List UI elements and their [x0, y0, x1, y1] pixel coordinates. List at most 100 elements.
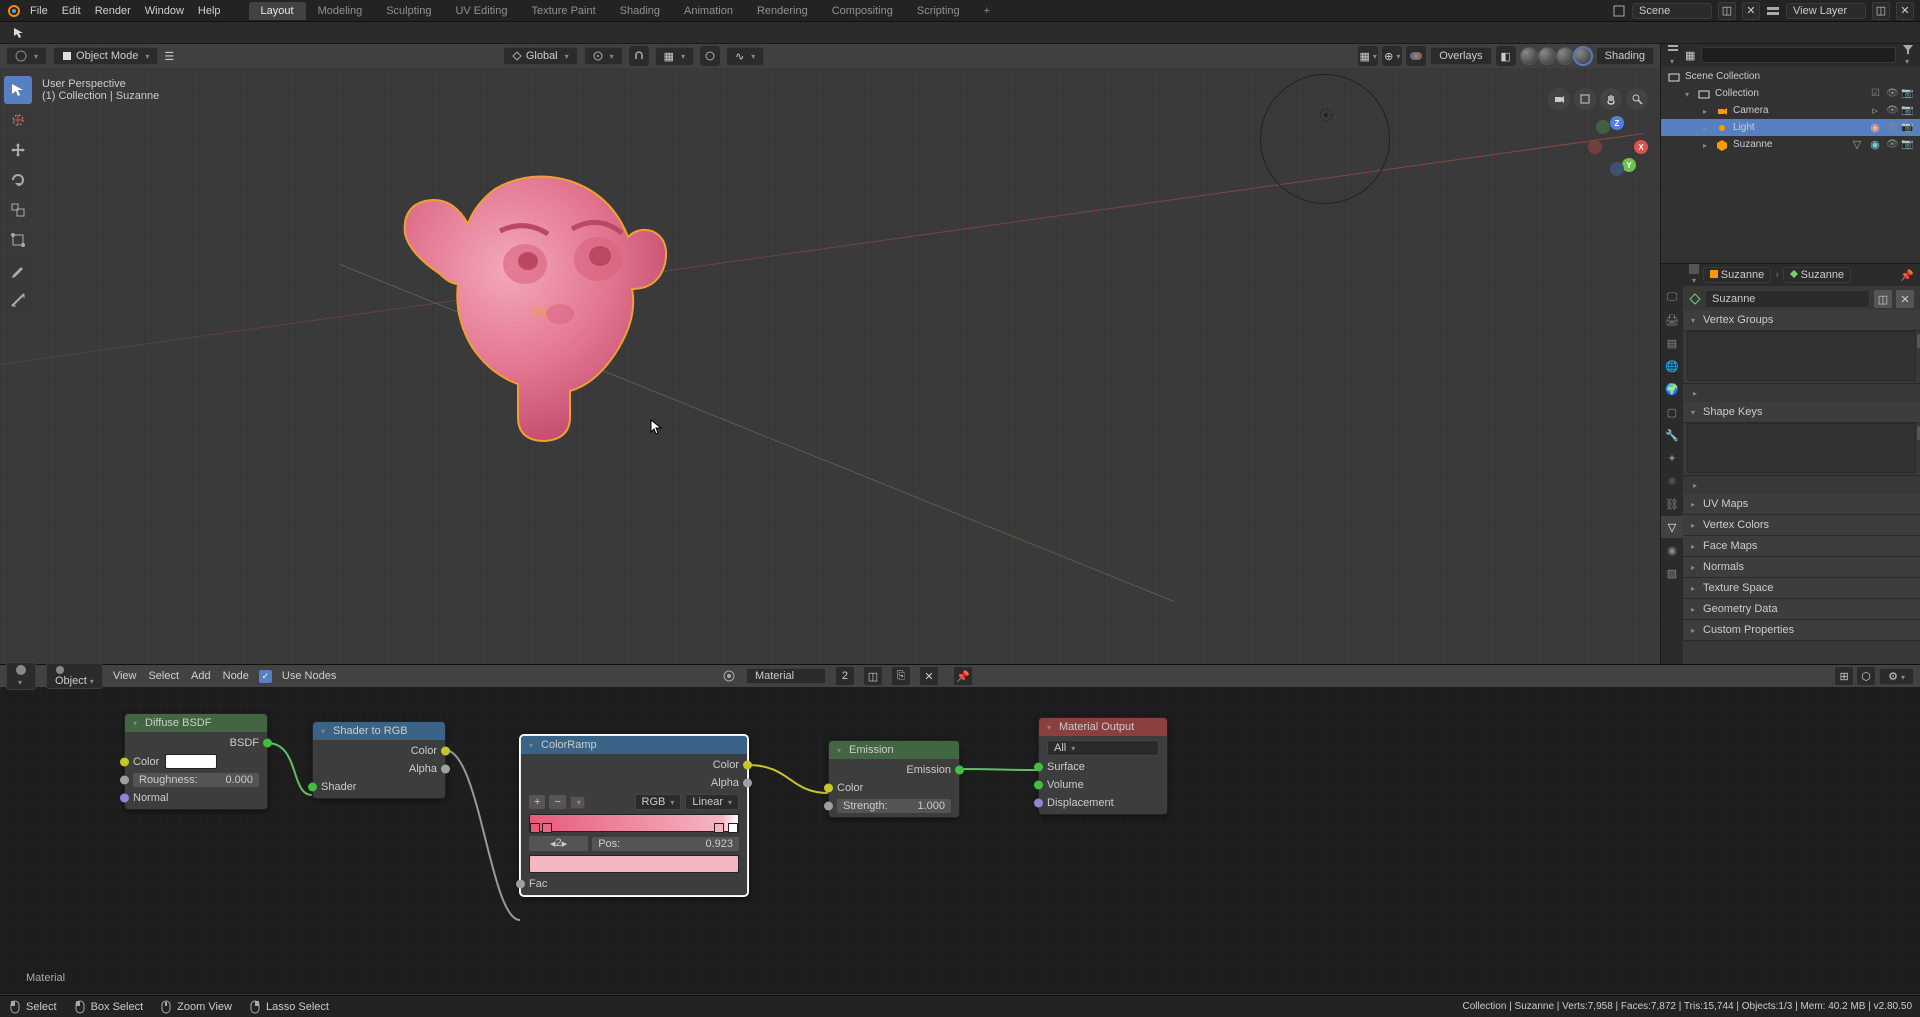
- overlays-toggle-icon[interactable]: [1406, 46, 1426, 66]
- node-diffuse-bsdf[interactable]: Diffuse BSDF BSDF Color Roughness:0.000 …: [124, 713, 268, 810]
- datablock-users-icon[interactable]: ◫: [1874, 290, 1892, 308]
- material-copy-icon[interactable]: ⎘: [892, 667, 910, 685]
- crumb-mesh[interactable]: Suzanne: [1783, 267, 1851, 283]
- ramp-index[interactable]: ◂2▸: [529, 836, 588, 851]
- color-swatch[interactable]: [165, 754, 217, 769]
- node-material-output[interactable]: Material Output All Surface Volume Displ…: [1038, 717, 1168, 815]
- menu-edit[interactable]: Edit: [62, 5, 81, 17]
- ptab-physics[interactable]: ⚛: [1661, 470, 1683, 492]
- material-pin-icon[interactable]: 📌: [954, 667, 972, 685]
- panel-face-maps[interactable]: Face Maps: [1683, 536, 1920, 557]
- tab-animation[interactable]: Animation: [672, 2, 745, 20]
- axis-y[interactable]: Y: [1622, 158, 1636, 172]
- shading-rendered-icon[interactable]: [1574, 47, 1592, 65]
- tool-select-box[interactable]: [4, 76, 32, 104]
- panel-vertex-groups[interactable]: Vertex Groups: [1683, 310, 1920, 331]
- panel-shape-keys[interactable]: Shape Keys: [1683, 402, 1920, 423]
- tab-scripting[interactable]: Scripting: [905, 2, 972, 20]
- scene-selector[interactable]: Scene: [1632, 3, 1712, 19]
- shading-solid-icon[interactable]: [1538, 47, 1556, 65]
- axis-x[interactable]: X: [1634, 140, 1648, 154]
- ne-menu-select[interactable]: Select: [148, 670, 179, 682]
- material-unlink-icon[interactable]: ✕: [920, 667, 938, 685]
- ptab-data[interactable]: ▽: [1661, 516, 1683, 538]
- tab-sculpting[interactable]: Sculpting: [374, 2, 443, 20]
- outliner-filter-icon[interactable]: [1902, 43, 1914, 67]
- expand-icon[interactable]: [1703, 122, 1711, 134]
- outliner-display-icon[interactable]: ▦: [1685, 49, 1695, 62]
- material-users[interactable]: 2: [836, 667, 854, 685]
- menu-render[interactable]: Render: [95, 5, 131, 17]
- light-object[interactable]: [1260, 74, 1390, 204]
- ramp-interp[interactable]: Linear: [685, 794, 739, 810]
- nav-camera-icon[interactable]: [1548, 88, 1570, 110]
- orientation-selector[interactable]: Global: [503, 47, 578, 65]
- tree-scene-collection[interactable]: Scene Collection: [1661, 68, 1920, 85]
- material-name[interactable]: Material: [746, 668, 826, 684]
- tool-move[interactable]: [4, 136, 32, 164]
- pivot-selector[interactable]: [584, 47, 623, 65]
- tab-uv[interactable]: UV Editing: [443, 2, 519, 20]
- tool-measure[interactable]: [4, 286, 32, 314]
- panel-uv-maps[interactable]: UV Maps: [1683, 494, 1920, 515]
- tree-suzanne[interactable]: Suzanne ▽ ◉ 👁📷: [1661, 136, 1920, 153]
- output-target[interactable]: All: [1047, 740, 1159, 756]
- shading-wire-icon[interactable]: [1520, 47, 1538, 65]
- visibility-icon[interactable]: ▦: [1358, 46, 1378, 66]
- axis-gizmo[interactable]: X Y Z: [1588, 116, 1648, 176]
- datablock-unlink-icon[interactable]: ✕: [1896, 290, 1914, 308]
- expand-icon[interactable]: [1703, 105, 1711, 117]
- ptab-viewlayer[interactable]: ▤: [1661, 332, 1683, 354]
- proportional-toggle-icon[interactable]: [700, 46, 720, 66]
- menu-toggle-icon[interactable]: ☰: [164, 50, 174, 63]
- gizmo-toggle-icon[interactable]: ⊕: [1382, 46, 1402, 66]
- tree-collection[interactable]: Collection ☑👁📷: [1661, 85, 1920, 102]
- ne-menu-view[interactable]: View: [113, 670, 137, 682]
- eye-icon[interactable]: 👁: [1886, 139, 1899, 150]
- axis-neg-z[interactable]: [1610, 162, 1624, 176]
- ramp-add-icon[interactable]: +: [529, 795, 545, 809]
- overlays-dropdown[interactable]: Overlays: [1430, 47, 1491, 65]
- viewlayer-new-icon[interactable]: ◫: [1872, 2, 1890, 20]
- panel-vertex-colors[interactable]: Vertex Colors: [1683, 515, 1920, 536]
- tab-modeling[interactable]: Modeling: [306, 2, 375, 20]
- tab-texpaint[interactable]: Texture Paint: [519, 2, 607, 20]
- eye-icon[interactable]: 👁: [1886, 122, 1899, 133]
- menu-help[interactable]: Help: [198, 5, 221, 17]
- scene-delete-icon[interactable]: ✕: [1742, 2, 1760, 20]
- shading-dropdown[interactable]: Shading: [1596, 47, 1654, 65]
- ne-menu-add[interactable]: Add: [191, 670, 211, 682]
- ptab-modifier[interactable]: 🔧: [1661, 424, 1683, 446]
- ptab-constraint[interactable]: ⛓: [1661, 493, 1683, 515]
- tab-shading[interactable]: Shading: [608, 2, 672, 20]
- use-nodes-checkbox[interactable]: ✓: [259, 670, 272, 683]
- expand-icon[interactable]: [1693, 387, 1701, 399]
- scene-new-icon[interactable]: ◫: [1718, 2, 1736, 20]
- tab-rendering[interactable]: Rendering: [745, 2, 820, 20]
- colorramp-gradient[interactable]: [529, 814, 739, 832]
- outliner-type-icon[interactable]: [1667, 43, 1679, 67]
- cursor-tool-icon[interactable]: [12, 26, 26, 40]
- suzanne-object[interactable]: [380, 159, 680, 449]
- node-editor[interactable]: Object View Select Add Node ✓ Use Nodes …: [0, 664, 1920, 994]
- backdrop-icon[interactable]: ⊞: [1835, 667, 1853, 685]
- ramp-tools-icon[interactable]: [570, 796, 585, 809]
- panel-geometry-data[interactable]: Geometry Data: [1683, 599, 1920, 620]
- material-slot-icon[interactable]: [722, 669, 736, 683]
- axis-neg-y[interactable]: [1596, 120, 1610, 134]
- restrict-icon[interactable]: ☑: [1871, 88, 1884, 99]
- datablock-name[interactable]: Suzanne: [1705, 290, 1870, 308]
- ramp-color-swatch[interactable]: [529, 855, 739, 873]
- ptab-material[interactable]: ◉: [1661, 539, 1683, 561]
- expand-icon[interactable]: [1693, 479, 1701, 491]
- ne-menu-node[interactable]: Node: [223, 670, 249, 682]
- axis-z[interactable]: Z: [1610, 116, 1624, 130]
- snap-icon[interactable]: ⬡: [1857, 667, 1875, 685]
- tree-camera[interactable]: Camera ▹ 👁📷: [1661, 102, 1920, 119]
- tab-layout[interactable]: Layout: [249, 2, 306, 20]
- ptab-particle[interactable]: ✦: [1661, 447, 1683, 469]
- ramp-remove-icon[interactable]: −: [549, 795, 565, 809]
- snap-type-icon[interactable]: ▦: [655, 47, 694, 66]
- crumb-object[interactable]: Suzanne: [1703, 267, 1771, 283]
- ptab-output[interactable]: 🖨: [1661, 309, 1683, 331]
